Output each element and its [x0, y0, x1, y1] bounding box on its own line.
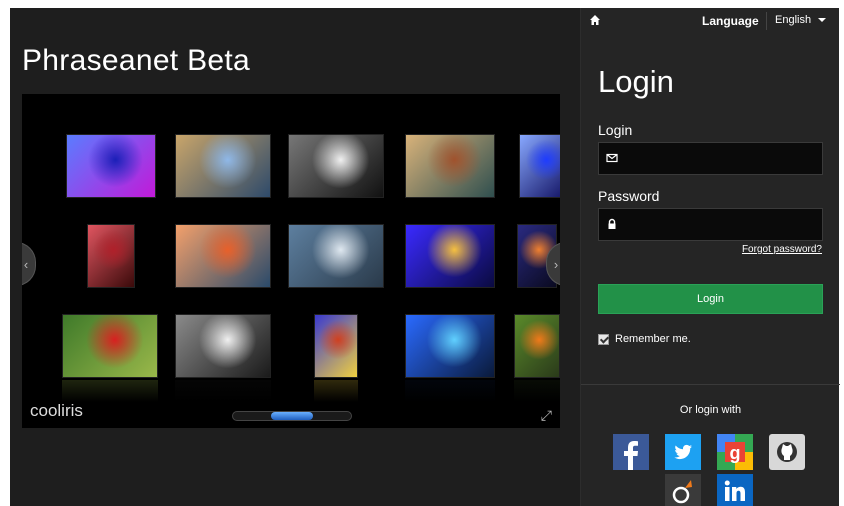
password-input[interactable] — [625, 209, 820, 240]
facebook-login-button[interactable] — [613, 434, 649, 470]
thumbnail-flamingos[interactable] — [175, 224, 271, 288]
gallery-scrollbar[interactable] — [232, 411, 352, 421]
thumbnail-seagulls[interactable] — [288, 224, 384, 288]
top-bar: Language English — [581, 8, 840, 34]
login-submit-button[interactable]: Login — [598, 284, 823, 314]
google-login-button[interactable]: g — [717, 434, 753, 470]
viadeo-icon — [665, 474, 701, 506]
photo-wall-gallery[interactable]: ‹ › cooliris ⤢ — [22, 94, 560, 428]
thumbnail-concert-band[interactable] — [405, 314, 495, 378]
thumbnail-reflection — [514, 380, 560, 402]
remember-me-checkbox[interactable] — [598, 333, 609, 345]
viadeo-login-button[interactable] — [665, 474, 701, 506]
forgot-password-link[interactable]: Forgot password? — [742, 244, 822, 255]
login-field-label: Login — [598, 122, 633, 138]
thumbnail-london-skyline[interactable] — [175, 314, 271, 378]
thumbnail-poppies[interactable] — [62, 314, 158, 378]
login-panel: Language English Login Login Password Fo… — [580, 8, 840, 506]
facebook-icon — [613, 434, 649, 470]
thumbnail-venice-canal[interactable] — [405, 134, 495, 198]
social-login-heading: Or login with — [679, 404, 742, 416]
thumbnail-concert-lights[interactable] — [405, 224, 495, 288]
gallery-prev-arrow[interactable]: ‹ — [22, 242, 36, 286]
thumbnail-reflection — [314, 380, 358, 402]
thumbnail-concert-stage[interactable] — [66, 134, 156, 198]
topbar-divider — [766, 12, 767, 30]
password-field[interactable] — [598, 208, 823, 241]
fullscreen-expand-icon[interactable]: ⤢ — [541, 407, 552, 424]
remember-me[interactable]: Remember me. — [598, 333, 691, 345]
github-icon — [769, 434, 805, 470]
thumbnail-carnival-mask[interactable] — [314, 314, 358, 378]
thumbnail-river-town[interactable] — [175, 134, 271, 198]
thumbnail-orange-flower[interactable] — [514, 314, 560, 378]
linkedin-icon — [717, 474, 753, 506]
login-input[interactable] — [625, 143, 820, 174]
section-divider — [581, 384, 840, 385]
app-window: Phraseanet Beta ‹ › cooliris ⤢ Language … — [10, 8, 840, 506]
login-field[interactable] — [598, 142, 823, 175]
linkedin-login-button[interactable] — [717, 474, 753, 506]
thumbnail-reflection — [62, 380, 158, 402]
site-title: Phraseanet Beta — [22, 44, 250, 77]
cooliris-logo: cooliris — [30, 401, 83, 420]
google-icon: g — [717, 434, 753, 470]
thumbnail-red-car[interactable] — [87, 224, 135, 288]
language-label: Language — [702, 14, 759, 28]
gallery-scroll-knob[interactable] — [271, 412, 313, 420]
thumbnail-concert-stage-2[interactable] — [519, 134, 560, 198]
thumbnail-tunnel[interactable] — [288, 134, 384, 198]
login-heading: Login — [598, 64, 674, 99]
thumbnail-reflection — [175, 380, 271, 402]
language-value: English — [775, 14, 812, 26]
twitter-login-button[interactable] — [665, 434, 701, 470]
github-login-button[interactable] — [769, 434, 805, 470]
language-dropdown[interactable]: English — [775, 14, 827, 26]
remember-me-label: Remember me. — [615, 333, 691, 345]
home-icon[interactable] — [589, 14, 601, 26]
thumbnail-reflection — [405, 380, 495, 402]
lock-icon — [608, 218, 616, 229]
svg-text:g: g — [730, 443, 741, 463]
chevron-down-icon — [818, 18, 827, 22]
password-field-label: Password — [598, 188, 660, 204]
envelope-icon — [606, 153, 618, 163]
twitter-icon — [665, 434, 701, 470]
